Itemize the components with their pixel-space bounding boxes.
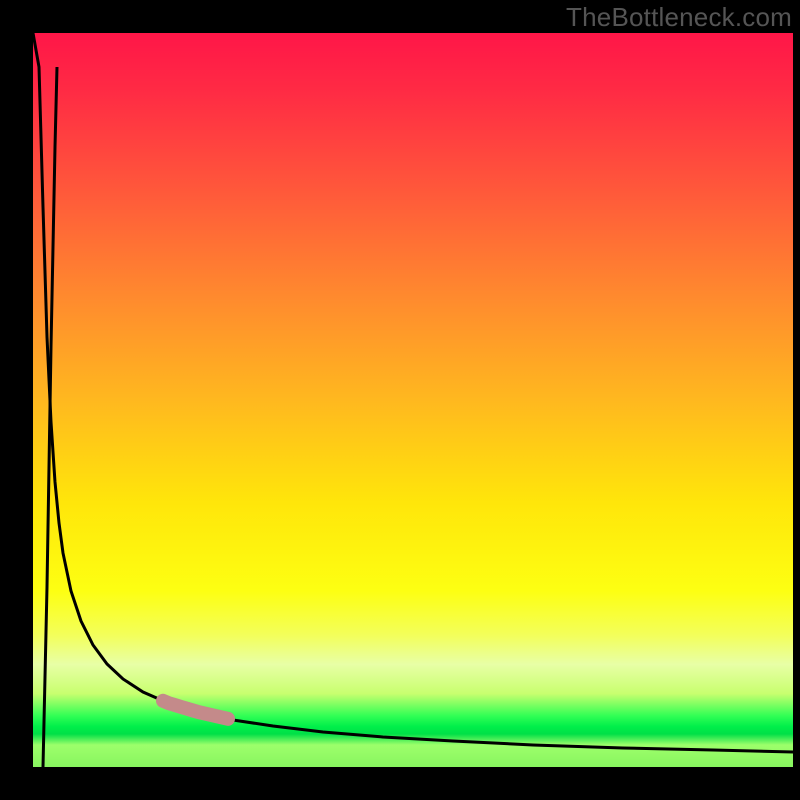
watermark-text: TheBottleneck.com	[566, 2, 792, 33]
bottleneck-curve-line	[33, 33, 793, 752]
bottleneck-curve-highlight	[163, 701, 228, 719]
chart-svg	[33, 33, 793, 767]
curve-group	[33, 33, 793, 767]
chart-frame: TheBottleneck.com	[0, 0, 800, 800]
